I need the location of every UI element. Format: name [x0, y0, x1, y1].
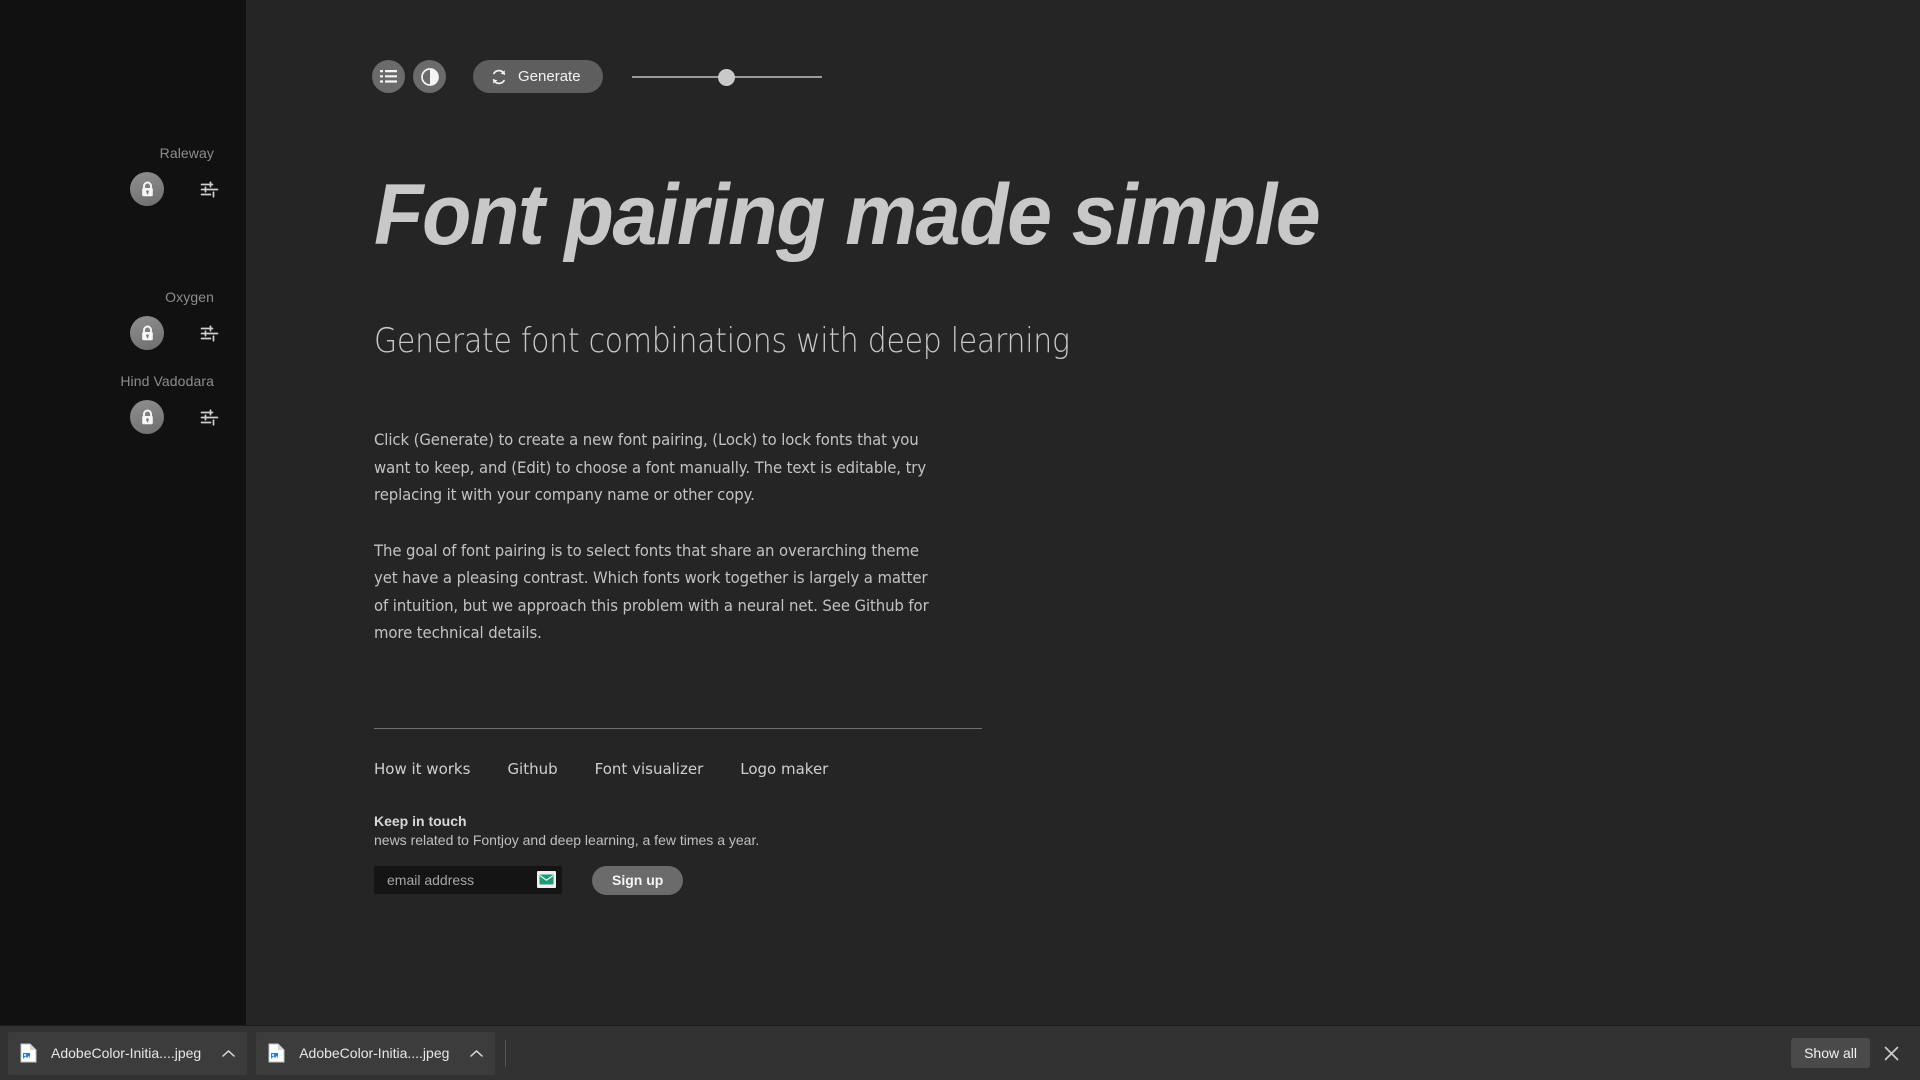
- edit-font-button[interactable]: [196, 176, 222, 202]
- generate-button[interactable]: Generate: [473, 60, 603, 93]
- image-file-glyph: [20, 1043, 37, 1063]
- headline-text[interactable]: Font pairing made simple: [374, 170, 1408, 261]
- download-bar-actions: Show all: [1791, 1038, 1920, 1068]
- body-paragraph-1[interactable]: Click (Generate) to create a new font pa…: [374, 426, 943, 509]
- download-separator: [505, 1039, 507, 1067]
- image-file-icon: [20, 1043, 37, 1063]
- generate-label: Generate: [518, 68, 581, 85]
- newsletter-section: Keep in touch news related to Fontjoy an…: [374, 813, 1474, 895]
- app-root: Raleway Oxygen Hind Vadodara Generate Fo…: [0, 0, 1920, 1080]
- download-item[interactable]: AdobeColor-Initia....jpeg: [8, 1031, 248, 1075]
- image-file-icon: [268, 1043, 285, 1063]
- main-panel: Generate Font pairing made simple Genera…: [246, 0, 1920, 1025]
- edit-font-button[interactable]: [196, 320, 222, 346]
- link-how-it-works[interactable]: How it works: [374, 760, 470, 778]
- font-sidebar: Raleway Oxygen Hind Vadodara: [0, 0, 246, 1025]
- slider-thumb[interactable]: [718, 69, 736, 86]
- chevron-up-icon: [470, 1049, 483, 1057]
- newsletter-form: Sign up: [374, 865, 1474, 895]
- body-paragraph-2[interactable]: The goal of font pairing is to select fo…: [374, 537, 943, 647]
- link-font-visualizer[interactable]: Font visualizer: [595, 760, 704, 778]
- download-menu-button[interactable]: [215, 1040, 241, 1066]
- font-slot-controls: [0, 172, 246, 206]
- download-filename: AdobeColor-Initia....jpeg: [51, 1045, 202, 1061]
- contrast-icon: [420, 67, 439, 86]
- envelope-glyph: [539, 874, 554, 885]
- envelope-icon: [537, 871, 556, 889]
- lock-icon: [141, 181, 153, 196]
- edit-font-button[interactable]: [196, 404, 222, 430]
- content-column: Font pairing made simple Generate font c…: [374, 170, 1474, 895]
- close-icon: [1884, 1046, 1898, 1060]
- email-field-wrapper: [374, 866, 562, 895]
- refresh-icon: [492, 69, 506, 84]
- link-github[interactable]: Github: [507, 760, 557, 778]
- font-name-label: Oxygen: [165, 289, 214, 305]
- contrast-toggle-button[interactable]: [413, 60, 446, 93]
- footer-links: How it works Github Font visualizer Logo…: [374, 760, 1474, 778]
- list-view-button[interactable]: [372, 60, 405, 93]
- show-all-button[interactable]: Show all: [1791, 1038, 1870, 1068]
- download-item[interactable]: AdobeColor-Initia....jpeg: [256, 1031, 496, 1075]
- download-menu-button[interactable]: [463, 1040, 489, 1066]
- font-name-label: Raleway: [159, 145, 214, 161]
- section-divider: [374, 727, 982, 729]
- font-slot-controls: [0, 316, 246, 350]
- sliders-icon: [200, 324, 218, 342]
- list-lines-icon: [380, 70, 397, 83]
- link-logo-maker[interactable]: Logo maker: [740, 760, 828, 778]
- lock-icon: [141, 325, 153, 340]
- lock-button[interactable]: [130, 400, 164, 434]
- lock-icon: [141, 409, 153, 424]
- font-slot-0: Raleway: [0, 145, 246, 206]
- newsletter-title: Keep in touch: [374, 812, 467, 829]
- lock-button[interactable]: [130, 316, 164, 350]
- download-bar: AdobeColor-Initia....jpeg AdobeColor-Ini…: [0, 1025, 1920, 1080]
- chevron-up-icon: [221, 1049, 235, 1057]
- font-name-label: Hind Vadodara: [120, 373, 214, 389]
- sliders-icon: [200, 180, 218, 198]
- font-slot-2: Hind Vadodara: [0, 373, 246, 434]
- font-slot-controls: [0, 400, 246, 434]
- newsletter-subtitle: news related to Fontjoy and deep learnin…: [374, 831, 760, 848]
- download-filename: AdobeColor-Initia....jpeg: [299, 1045, 450, 1061]
- lock-button[interactable]: [130, 172, 164, 206]
- size-slider[interactable]: [631, 60, 822, 93]
- image-file-glyph: [268, 1043, 285, 1063]
- close-download-bar-button[interactable]: [1876, 1038, 1906, 1068]
- sliders-icon: [200, 408, 218, 426]
- signup-button[interactable]: Sign up: [592, 865, 684, 895]
- font-slot-1: Oxygen: [0, 289, 246, 350]
- toolbar: Generate: [372, 60, 822, 93]
- subheadline-text[interactable]: Generate font combinations with deep lea…: [374, 321, 1342, 362]
- email-input[interactable]: [374, 866, 562, 895]
